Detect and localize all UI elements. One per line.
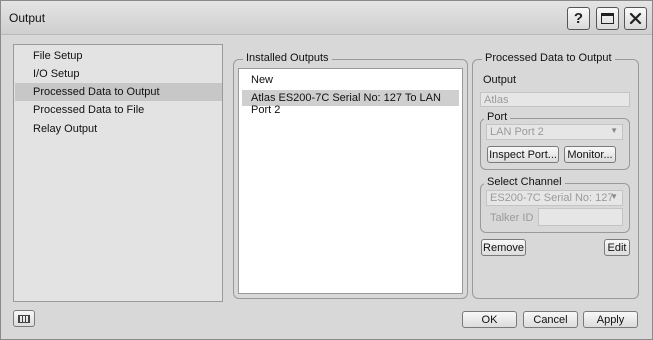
installed-outputs-list[interactable]: New Atlas ES200-7C Serial No: 127 To LAN… (238, 68, 463, 294)
cancel-button[interactable]: Cancel (523, 311, 578, 328)
close-icon (629, 12, 642, 25)
apply-button[interactable]: Apply (583, 311, 638, 328)
ok-button[interactable]: OK (462, 311, 517, 328)
channel-select[interactable]: ES200-7C Serial No: 127 ▼ (486, 190, 623, 206)
chevron-down-icon: ▼ (610, 192, 618, 201)
maximize-button[interactable] (596, 7, 619, 30)
list-item-atlas-output[interactable]: Atlas ES200-7C Serial No: 127 To LAN Por… (242, 90, 459, 116)
window-title: Output (9, 11, 46, 25)
channel-select-value: ES200-7C Serial No: 127 (490, 192, 614, 204)
port-select-value: LAN Port 2 (490, 126, 544, 138)
output-name-field: Atlas (480, 92, 630, 107)
maximize-icon (601, 13, 614, 24)
talker-id-label: Talker ID (490, 212, 534, 224)
talker-id-field (538, 208, 623, 226)
edit-button[interactable]: Edit (604, 239, 630, 256)
nav-item-relay-output[interactable]: Relay Output (15, 120, 222, 138)
output-label: Output (483, 74, 517, 86)
help-icon: ? (573, 10, 584, 27)
port-legend: Port (484, 111, 511, 123)
port-select[interactable]: LAN Port 2 ▼ (486, 124, 623, 140)
remove-button[interactable]: Remove (481, 239, 526, 256)
select-channel-legend: Select Channel (484, 176, 565, 188)
monitor-button[interactable]: Monitor... (564, 146, 616, 163)
inspect-port-button[interactable]: Inspect Port... (487, 146, 559, 163)
keyboard-button[interactable] (13, 310, 35, 327)
chevron-down-icon: ▼ (610, 126, 618, 135)
nav-item-processed-data-to-file[interactable]: Processed Data to File (15, 101, 222, 119)
settings-nav: File Setup I/O Setup Processed Data to O… (13, 44, 223, 302)
nav-item-io-setup[interactable]: I/O Setup (15, 65, 222, 83)
close-button[interactable] (624, 7, 647, 30)
nav-item-file-setup[interactable]: File Setup (15, 47, 222, 65)
installed-outputs-legend: Installed Outputs (243, 52, 332, 64)
list-item-new[interactable]: New (242, 72, 459, 88)
title-bar: Output ? (1, 1, 652, 35)
keyboard-icon (18, 314, 30, 323)
nav-item-processed-data-to-output[interactable]: Processed Data to Output (15, 83, 222, 101)
output-dialog: Output ? File Setup I/O Setup Processed … (0, 0, 653, 340)
processed-data-legend: Processed Data to Output (482, 52, 615, 64)
help-button[interactable]: ? (567, 7, 590, 30)
